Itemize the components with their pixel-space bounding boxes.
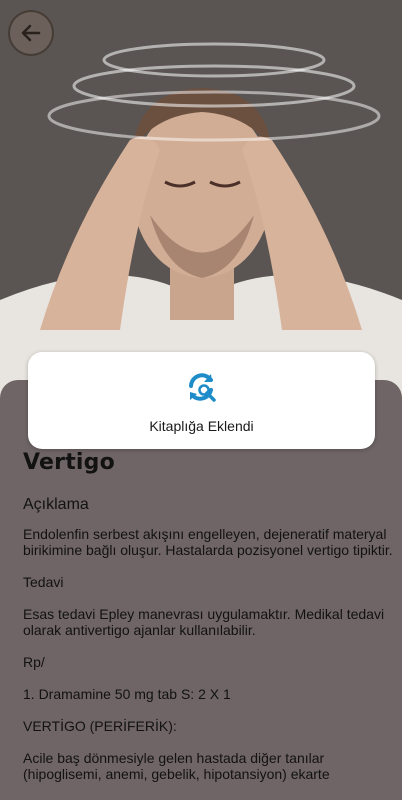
paragraph: Endolenfin serbest akışını engelleyen, d… <box>23 526 393 558</box>
arrow-left-icon <box>21 24 41 42</box>
headache-illustration <box>0 0 402 400</box>
paragraph: Tedavi <box>23 574 64 590</box>
refresh-search-icon <box>189 373 216 402</box>
section-heading: Açıklama <box>23 496 89 513</box>
page-title: Vertigo <box>23 450 115 475</box>
toast-notification: Kitaplığa Eklendi <box>28 352 375 449</box>
article-body: Endolenfin serbest akışını engelleyen, d… <box>23 526 393 798</box>
hero-image <box>0 0 402 400</box>
paragraph: Esas tedavi Epley manevrası uygulamaktır… <box>23 606 388 638</box>
paragraph: Rp/ <box>23 654 45 670</box>
paragraph: Acile baş dönmesiyle gelen hastada diğer… <box>23 750 330 782</box>
paragraph: 1. Dramamine 50 mg tab S: 2 X 1 <box>23 686 231 702</box>
toast-message: Kitaplığa Eklendi <box>149 418 254 434</box>
back-button[interactable] <box>8 10 54 56</box>
paragraph: VERTİGO (PERİFERİK): <box>23 718 177 734</box>
